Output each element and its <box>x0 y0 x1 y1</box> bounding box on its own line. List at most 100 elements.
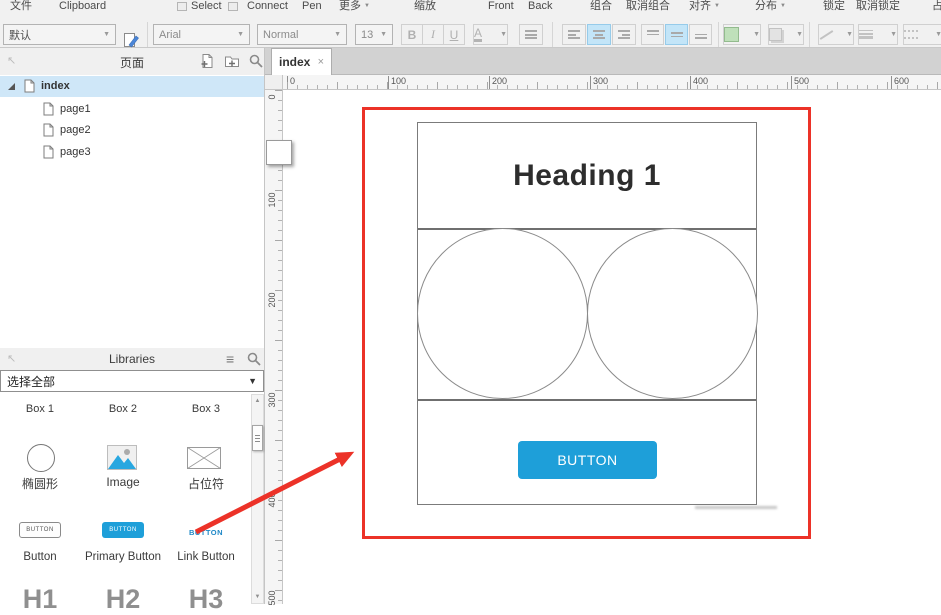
search-icon[interactable] <box>246 351 262 367</box>
ruler-label: 500 <box>267 588 277 608</box>
ellipse-shape-icon[interactable] <box>27 444 55 472</box>
library-filter-select[interactable]: 选择全部 ▼ <box>0 370 264 392</box>
button-widget-icon[interactable]: BUTTON <box>19 522 61 538</box>
menu-distribute[interactable]: 分布▼ <box>755 0 786 12</box>
valign-top-icon <box>647 30 659 39</box>
fill-color-button[interactable]: ▼ <box>723 24 761 45</box>
ruler-label: 300 <box>590 76 608 89</box>
menu-align-label: 对齐 <box>689 0 711 12</box>
font-color-button[interactable]: A ▼ <box>473 24 508 45</box>
menu-connect[interactable]: Connect <box>247 0 288 12</box>
library-item-ellipse[interactable]: 椭圆形 <box>0 475 85 492</box>
font-size-select[interactable]: 13 ▼ <box>355 24 393 45</box>
valign-bottom-button[interactable] <box>689 24 712 45</box>
tree-item-label: page3 <box>60 146 91 158</box>
valign-middle-button[interactable] <box>665 24 688 45</box>
page-icon <box>24 79 35 93</box>
underline-button[interactable]: U <box>443 24 465 45</box>
library-item-box1[interactable]: Box 1 <box>0 403 85 415</box>
menu-icon[interactable]: ≡ <box>226 351 234 367</box>
library-item-box2[interactable]: Box 2 <box>78 403 168 415</box>
menu-ungroup[interactable]: 取消组合 <box>626 0 670 12</box>
library-filter-value: 选择全部 <box>7 373 55 390</box>
menu-clipped-item[interactable]: 占 <box>932 0 941 12</box>
line-weight-icon <box>859 30 873 39</box>
shadow-button[interactable]: ▼ <box>768 24 804 45</box>
add-folder-icon[interactable] <box>224 53 240 69</box>
format-toolbar: 默认 ▼ Arial ▼ Normal ▼ 13 ▼ B I U A ▼ <box>0 13 941 48</box>
valign-top-button[interactable] <box>641 24 664 45</box>
menu-back[interactable]: Back <box>528 0 552 12</box>
bold-button[interactable]: B <box>401 24 423 45</box>
library-item-primary-button[interactable]: Primary Button <box>78 551 168 563</box>
tree-item-page1[interactable]: page1 <box>0 99 264 120</box>
line-style-button[interactable]: ▼ <box>903 24 941 45</box>
menu-more[interactable]: 更多▼ <box>339 0 370 12</box>
library-item-link-button[interactable]: Link Button <box>161 551 251 563</box>
libraries-panel-header: ↖ Libraries ≡ <box>0 348 264 370</box>
font-style-select[interactable]: Normal ▼ <box>257 24 347 45</box>
scroll-up-icon[interactable]: ▲ <box>252 398 263 404</box>
library-item-image[interactable]: Image <box>78 475 168 489</box>
menu-file[interactable]: 文件 <box>10 0 32 12</box>
libraries-panel: ↖ Libraries ≡ 选择全部 ▼ Box 1 Box 2 Box 3 椭… <box>0 348 265 604</box>
menu-zoom[interactable]: 缩放 <box>414 0 436 12</box>
shadow-icon <box>769 28 782 41</box>
toolbar-separator <box>809 22 810 47</box>
library-item-h2[interactable]: H2 <box>78 584 168 615</box>
select-mode-left-icon[interactable] <box>177 2 187 11</box>
tree-item-index[interactable]: index <box>0 76 264 97</box>
align-center-button[interactable] <box>587 24 611 45</box>
line-color-icon <box>820 30 834 40</box>
ruler-drag-handle[interactable] <box>266 140 292 165</box>
dropdown-arrow-icon: ▼ <box>792 31 803 38</box>
add-page-icon[interactable] <box>200 53 216 69</box>
tree-item-page3[interactable]: page3 <box>0 142 264 163</box>
menu-pen[interactable]: Pen <box>302 0 322 12</box>
link-button-widget-icon[interactable]: BUTTON <box>185 524 227 540</box>
search-icon[interactable] <box>248 53 264 69</box>
italic-button[interactable]: I <box>422 24 444 45</box>
ruler-label: 500 <box>791 76 809 89</box>
tree-item-page2[interactable]: page2 <box>0 120 264 141</box>
font-color-glyph: A <box>474 28 482 42</box>
tab-index[interactable]: index × <box>271 48 332 75</box>
scroll-down-icon[interactable]: ▼ <box>252 594 263 600</box>
scrollbar-handle[interactable] <box>252 425 263 451</box>
menu-unlock[interactable]: 取消锁定 <box>856 0 900 12</box>
list-style-button[interactable] <box>519 24 543 45</box>
menu-align[interactable]: 对齐▼ <box>689 0 720 12</box>
libraries-scrollbar[interactable]: ▲ ▼ <box>251 394 264 604</box>
placeholder-widget-icon[interactable] <box>187 447 221 469</box>
dropdown-arrow-icon: ▼ <box>330 31 341 38</box>
line-color-button[interactable]: ▼ <box>818 24 854 45</box>
align-right-button[interactable] <box>612 24 636 45</box>
library-item-h1[interactable]: H1 <box>0 584 85 615</box>
font-family-value: Arial <box>159 29 181 41</box>
close-icon[interactable]: × <box>318 56 324 68</box>
menu-select[interactable]: Select <box>191 0 222 12</box>
menu-lock[interactable]: 锁定 <box>823 0 845 12</box>
menu-front[interactable]: Front <box>488 0 514 12</box>
dropdown-arrow-icon: ▼ <box>886 31 897 38</box>
fill-color-swatch-icon <box>724 27 739 42</box>
dropdown-arrow-icon: ▼ <box>496 31 507 38</box>
ruler-label: 0 <box>287 76 295 89</box>
line-weight-button[interactable]: ▼ <box>858 24 898 45</box>
image-widget-icon[interactable] <box>107 445 137 470</box>
align-right-icon <box>618 30 630 39</box>
library-item-button[interactable]: Button <box>0 551 85 563</box>
primary-button-widget-icon[interactable]: BUTTON <box>102 522 144 538</box>
library-item-placeholder[interactable]: 占位符 <box>161 475 251 492</box>
format-painter-icon[interactable] <box>123 32 139 48</box>
library-item-h3[interactable]: H3 <box>161 584 251 615</box>
menu-group[interactable]: 组合 <box>590 0 612 12</box>
font-style-value: Normal <box>263 29 298 41</box>
align-left-button[interactable] <box>562 24 586 45</box>
font-family-select[interactable]: Arial ▼ <box>153 24 250 45</box>
select-mode-right-icon[interactable] <box>228 2 238 11</box>
menu-clipboard[interactable]: Clipboard <box>59 0 106 12</box>
expand-collapse-icon[interactable] <box>8 83 15 90</box>
library-item-box3[interactable]: Box 3 <box>161 403 251 415</box>
style-preset-select[interactable]: 默认 ▼ <box>3 24 116 45</box>
